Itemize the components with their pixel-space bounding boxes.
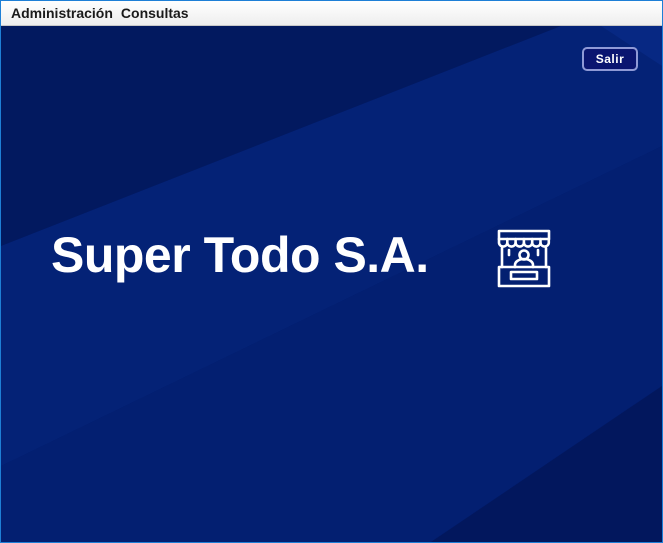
company-title: Super Todo S.A.	[51, 227, 429, 283]
background-decoration	[1, 26, 662, 542]
menu-administracion[interactable]: Administración	[7, 2, 117, 24]
menu-consultas[interactable]: Consultas	[117, 2, 193, 24]
main-panel: Salir Super Todo S.A.	[1, 26, 662, 542]
exit-button[interactable]: Salir	[582, 47, 638, 71]
store-kiosk-icon	[497, 229, 551, 288]
menu-bar: Administración Consultas	[1, 1, 662, 26]
app-window: Administración Consultas Salir Super Tod…	[0, 0, 663, 543]
